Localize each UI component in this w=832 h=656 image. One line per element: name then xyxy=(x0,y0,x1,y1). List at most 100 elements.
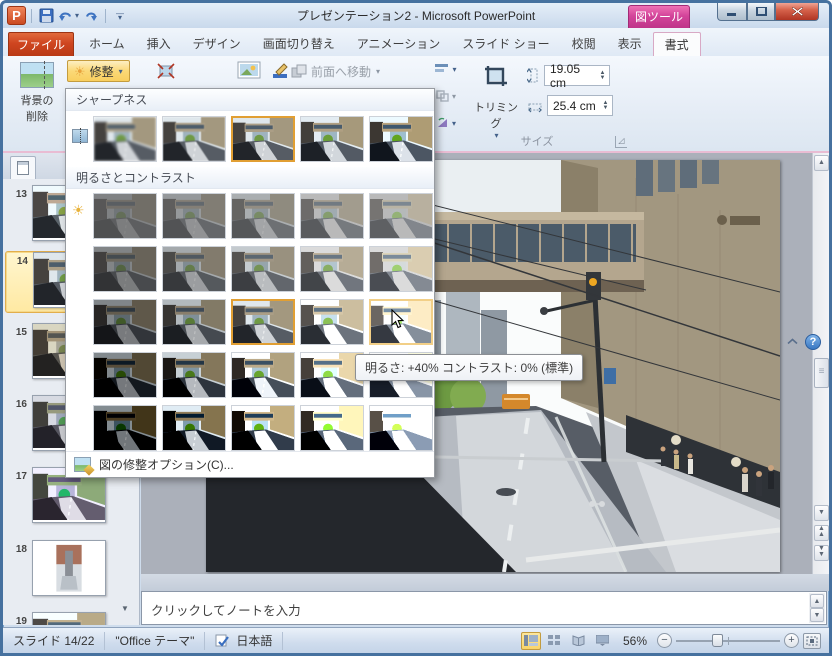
scene-thumbnail xyxy=(94,406,156,450)
bc-option-b20-c-40[interactable] xyxy=(300,193,364,239)
bc-option-b40-c-20[interactable] xyxy=(369,246,433,292)
ribbon-collapse-icon[interactable] xyxy=(787,338,798,345)
notes-splitter[interactable] xyxy=(141,574,829,591)
zoom-slider-thumb[interactable] xyxy=(712,634,723,647)
bc-option-b-20-c0[interactable] xyxy=(162,299,226,345)
corrections-button[interactable]: ☀ 修整 ▾ xyxy=(67,60,130,82)
language-indicator[interactable]: 日本語 xyxy=(205,631,284,650)
tab-review[interactable]: 校閲 xyxy=(561,32,607,56)
bc-option-b0-c-20[interactable] xyxy=(231,246,295,292)
bc-option-b0-c20[interactable] xyxy=(231,352,295,398)
tab-animations[interactable]: アニメーション xyxy=(346,32,452,56)
shape-width-field[interactable]: 25.4 cm ▲ ▼ xyxy=(547,95,613,116)
slide-thumbnail-19[interactable]: 19 xyxy=(5,612,115,625)
sharpen-soften-icon xyxy=(72,128,89,146)
bc-option-b40-c-40[interactable] xyxy=(369,193,433,239)
sharpness-option-4[interactable] xyxy=(369,116,433,162)
tab-file[interactable]: ファイル xyxy=(8,32,75,56)
minimize-icon[interactable] xyxy=(717,3,747,21)
brightness-sun-icon: ☀ xyxy=(72,202,85,218)
scene-thumbnail xyxy=(301,117,363,161)
scene-thumbnail xyxy=(370,406,432,450)
bc-option-b20-c0[interactable] xyxy=(300,299,364,345)
bc-option-b-40-c40[interactable] xyxy=(93,405,157,451)
ribbon-tabs: ファイル ホーム 挿入 デザイン 画面切り替え アニメーション スライド ショー 校閲 表示 書式 xyxy=(3,28,829,56)
tab-design[interactable]: デザイン xyxy=(182,32,252,56)
bring-forward-button[interactable]: 前面へ移動 ▾ xyxy=(291,60,380,82)
notes-pane[interactable]: クリックしてノートを入力 ▲ ▼ xyxy=(141,591,827,625)
bring-forward-caret: ▾ xyxy=(376,66,381,76)
bc-option-b-20-c20[interactable] xyxy=(162,352,226,398)
bc-option-b0-c-40[interactable] xyxy=(231,193,295,239)
zoom-level[interactable]: 56% xyxy=(623,634,647,648)
tab-view[interactable]: 表示 xyxy=(607,32,653,56)
maximize-icon[interactable] xyxy=(747,3,775,21)
tab-format[interactable]: 書式 xyxy=(652,32,701,56)
picture-style-icon[interactable] xyxy=(237,60,263,82)
align-objects-icon[interactable]: ▾ xyxy=(435,59,457,79)
bc-option-b-20-c-40[interactable] xyxy=(162,193,226,239)
slide-indicator[interactable]: スライド 14/22 xyxy=(3,631,106,650)
tab-transitions[interactable]: 画面切り替え xyxy=(252,32,346,56)
tab-home[interactable]: ホーム xyxy=(78,32,136,56)
bc-option-b-40-c20[interactable] xyxy=(93,352,157,398)
sharpness-option-2[interactable] xyxy=(231,116,295,162)
slide-sorter-view-icon[interactable] xyxy=(545,632,565,650)
scene-thumbnail xyxy=(301,353,363,397)
window-title: プレゼンテーション2 - Microsoft PowerPoint xyxy=(296,9,536,23)
picture-corrections-options-label: 図の修整オプション(C)... xyxy=(99,458,234,472)
size-dialog-launcher-icon[interactable]: ◿ xyxy=(615,136,627,148)
crop-icon xyxy=(469,64,523,91)
rotate-objects-icon[interactable]: ▾ xyxy=(435,113,457,133)
picture-corrections-options-icon xyxy=(74,457,91,472)
width-spinner[interactable]: ▲ ▼ xyxy=(599,100,612,111)
gallery-tooltip: 明るさ: +40% コントラスト: 0% (標準) xyxy=(355,354,584,381)
help-icon[interactable]: ? xyxy=(805,333,821,350)
slide-thumbnail-18[interactable]: 18 xyxy=(5,540,115,602)
scene-thumbnail xyxy=(301,406,363,450)
group-objects-icon[interactable]: ▾ xyxy=(435,86,457,106)
bc-option-b0-c40[interactable] xyxy=(231,405,295,451)
shape-width-value: 25.4 cm xyxy=(553,98,596,113)
bc-option-b-40-c-40[interactable] xyxy=(93,193,157,239)
slide-number: 19 xyxy=(15,616,27,625)
slide-number: 16 xyxy=(15,399,27,410)
zoom-slider[interactable] xyxy=(676,633,780,648)
size-group: トリミング ▾ 19.05 cm ▲ ▼ 25.4 cm ▲ ▼ サイズ ◿ xyxy=(465,56,633,151)
tab-slides[interactable] xyxy=(10,156,36,179)
remove-background-label-1: 背景の xyxy=(20,95,54,107)
slideshow-view-icon[interactable] xyxy=(593,632,613,650)
bc-option-b-20-c40[interactable] xyxy=(162,405,226,451)
remove-background-button[interactable]: 背景の 削除 xyxy=(9,59,65,147)
bc-row-0 xyxy=(93,193,433,239)
reading-view-icon[interactable] xyxy=(569,632,589,650)
theme-indicator[interactable]: "Office テーマ" xyxy=(105,631,206,650)
scene-thumbnail xyxy=(232,406,294,450)
crop-button[interactable]: トリミング ▾ xyxy=(469,60,523,140)
bc-option-b-40-c-20[interactable] xyxy=(93,246,157,292)
slides-scroll-down-icon[interactable]: ▼ xyxy=(117,603,133,615)
sharpness-option-1[interactable] xyxy=(162,116,226,162)
sharpness-option-0[interactable] xyxy=(93,116,157,162)
corrections-label: 修整 xyxy=(89,64,114,79)
bc-option-b20-c-20[interactable] xyxy=(300,246,364,292)
bc-option-b0-c0[interactable] xyxy=(231,299,295,345)
tab-slideshow[interactable]: スライド ショー xyxy=(451,32,560,56)
zoom-out-icon[interactable]: − xyxy=(657,633,672,648)
scene-thumbnail xyxy=(163,194,225,238)
corrections-menu: シャープネス 明るさとコントラスト ☀ 図の修整オプション(C)... xyxy=(65,88,435,478)
scene-thumbnail xyxy=(163,406,225,450)
height-spinner[interactable]: ▲ ▼ xyxy=(596,70,609,81)
close-icon[interactable] xyxy=(775,3,819,21)
reset-picture-icon[interactable] xyxy=(155,60,177,82)
bc-option-b40-c40[interactable] xyxy=(369,405,433,451)
sharpness-option-3[interactable] xyxy=(300,116,364,162)
bc-option-b-20-c-20[interactable] xyxy=(162,246,226,292)
shape-height-field[interactable]: 19.05 cm ▲ ▼ xyxy=(544,62,610,90)
picture-corrections-options[interactable]: 図の修整オプション(C)... xyxy=(66,451,434,477)
bc-option-b-40-c0[interactable] xyxy=(93,299,157,345)
bc-option-b20-c40[interactable] xyxy=(300,405,364,451)
tab-insert[interactable]: 挿入 xyxy=(136,32,182,56)
remove-background-label-2: 削除 xyxy=(26,111,48,123)
normal-view-icon[interactable] xyxy=(520,631,541,650)
